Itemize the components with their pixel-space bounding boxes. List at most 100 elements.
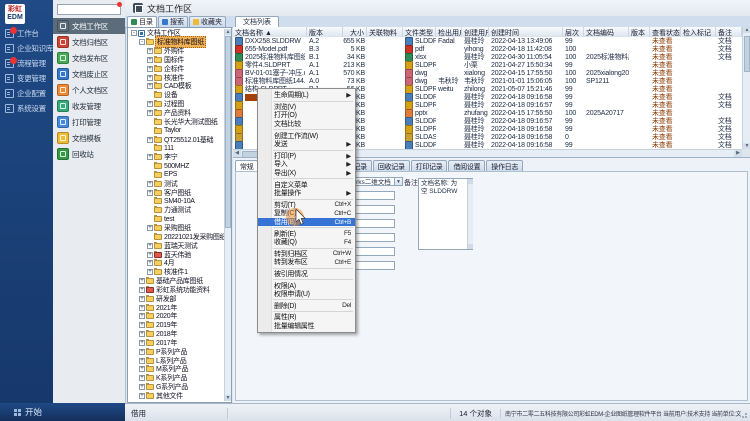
column-header-5[interactable]: 检出用户 xyxy=(436,27,462,37)
column-header-10[interactable]: 版本 xyxy=(629,27,650,37)
menu-item-7[interactable]: 发送▶ xyxy=(258,140,355,149)
rail-item-1[interactable]: 企业知识库 xyxy=(0,41,53,56)
tree-tab-2[interactable]: 收藏夹 xyxy=(189,16,226,27)
rail-item-5[interactable]: 系统设置 xyxy=(0,101,53,116)
tree-expand-toggle[interactable]: + xyxy=(147,243,153,249)
detail-tab-0[interactable]: 常规 xyxy=(235,160,258,171)
scroll-left-icon[interactable]: ◀ xyxy=(233,150,241,157)
workspace-item-2[interactable]: 文档发布区 xyxy=(53,50,125,66)
column-header-0[interactable]: 文档名称 ▲ xyxy=(233,27,307,37)
column-header-1[interactable]: 版本 xyxy=(307,27,343,37)
scroll-down-icon[interactable]: ▼ xyxy=(743,143,750,149)
tree-node[interactable]: 力通测试 xyxy=(129,206,224,215)
table-row[interactable]: 655-Model.pdfB.35 KBpdfyihong2022-04-18 … xyxy=(233,45,742,53)
workspace-item-6[interactable]: 打印管理 xyxy=(53,114,125,130)
menu-item-10[interactable]: 导入▶ xyxy=(258,160,355,169)
workspace-item-7[interactable]: 文档模板 xyxy=(53,130,125,146)
tree-expand-toggle[interactable]: + xyxy=(147,101,153,107)
detail-tab-4[interactable]: 回收记录 xyxy=(373,160,410,171)
tree-expand-toggle[interactable]: + xyxy=(139,393,145,399)
tree-expand-toggle[interactable]: + xyxy=(147,181,153,187)
tree-expand-toggle[interactable]: + xyxy=(147,57,153,63)
tree-expand-toggle[interactable]: + xyxy=(139,322,145,328)
menu-item-20[interactable]: 刷新(E)F5 xyxy=(258,229,355,238)
tree-expand-toggle[interactable]: + xyxy=(139,375,145,381)
tree-expand-toggle[interactable]: + xyxy=(139,349,145,355)
tree-expand-toggle[interactable]: + xyxy=(139,287,145,293)
workspace-item-3[interactable]: 文档废止区 xyxy=(53,66,125,82)
scroll-right-icon[interactable]: ▶ xyxy=(734,150,742,157)
column-header-11[interactable]: 查看状态 xyxy=(650,27,681,37)
table-row[interactable]: 零件4.SLDPRTA.1213 KBSLDPRT小栗2021-04-27 15… xyxy=(233,61,742,69)
menu-item-11[interactable]: 导出(X)▶ xyxy=(258,169,355,178)
menu-item-17[interactable]: 复制(C)Ctrl+C xyxy=(258,209,355,218)
scroll-up-icon[interactable]: ▲ xyxy=(225,29,231,35)
menu-item-26[interactable]: 被引用情况 xyxy=(258,270,355,279)
tree-expand-toggle[interactable]: + xyxy=(139,340,145,346)
tree-scrollbar-thumb[interactable] xyxy=(225,36,231,228)
menu-item-6[interactable]: 创建工作流(W) xyxy=(258,131,355,140)
detail-tab-5[interactable]: 打印记录 xyxy=(411,160,448,171)
detail-tab-6[interactable]: 借阅设置 xyxy=(448,160,485,171)
workspace-item-5[interactable]: 收发管理 xyxy=(53,98,125,114)
tree-expand-toggle[interactable]: + xyxy=(139,305,145,311)
tab-doc-list[interactable]: 文档列表 xyxy=(235,16,279,27)
column-header-12[interactable]: 检入标记 xyxy=(681,27,716,37)
rail-item-0[interactable]: 工作台 xyxy=(0,26,53,41)
tree-expand-toggle[interactable]: + xyxy=(147,225,153,231)
tree-node[interactable]: +蓝天伟驰 xyxy=(129,250,224,259)
menu-item-3[interactable]: 打开(O) xyxy=(258,111,355,120)
menu-item-9[interactable]: 打印(P)▶ xyxy=(258,152,355,161)
tree-expand-toggle[interactable]: + xyxy=(139,313,145,319)
scroll-down-icon[interactable]: ▼ xyxy=(225,395,231,401)
tree-expand-toggle[interactable]: + xyxy=(147,66,153,72)
list-scrollbar-thumb[interactable] xyxy=(744,36,750,72)
menu-item-29[interactable]: 权限申请(U) xyxy=(258,290,355,299)
column-header-9[interactable]: 文档编码 xyxy=(584,27,629,37)
tree-expand-toggle[interactable]: + xyxy=(147,75,153,81)
tree-node[interactable]: +客户图纸 xyxy=(129,188,224,197)
column-header-13[interactable]: 备注 xyxy=(716,27,742,37)
tree-expand-toggle[interactable]: + xyxy=(139,366,145,372)
menu-item-2[interactable]: 浏览(V) xyxy=(258,103,355,112)
tree-expand-toggle[interactable]: + xyxy=(139,384,145,390)
tree-expand-toggle[interactable]: - xyxy=(139,39,145,45)
workspace-item-8[interactable]: 回收站 xyxy=(53,146,125,162)
menu-item-13[interactable]: 自定义菜单 xyxy=(258,180,355,189)
rail-item-3[interactable]: 变更管理 xyxy=(0,71,53,86)
menu-item-34[interactable]: 批量编辑属性 xyxy=(258,322,355,331)
tree-expand-toggle[interactable]: - xyxy=(131,30,137,36)
rail-item-4[interactable]: 企业配置 xyxy=(0,86,53,101)
tree-expand-toggle[interactable]: + xyxy=(147,269,153,275)
tree-expand-toggle[interactable]: + xyxy=(139,296,145,302)
tree-node[interactable]: +李宁 xyxy=(129,153,224,162)
column-header-8[interactable]: 层次 xyxy=(563,27,584,37)
tree-node[interactable]: +其他文件 xyxy=(129,392,224,401)
workspace-search-input[interactable] xyxy=(57,4,121,15)
tree-node[interactable]: 500MHZ xyxy=(129,162,224,171)
tree-expand-toggle[interactable]: + xyxy=(147,48,153,54)
tree-node[interactable]: +QT25512.01基础 xyxy=(129,135,224,144)
tree-expand-toggle[interactable]: + xyxy=(147,83,153,89)
column-header-4[interactable]: 文件类型 xyxy=(403,27,436,37)
table-row[interactable]: DXX258.SLDDRWA.2655 KBSLDDRWFadal聂桂玲2022… xyxy=(233,37,742,45)
workspace-item-1[interactable]: 文档归档区 xyxy=(53,34,125,50)
workspace-item-4[interactable]: 个人文档区 xyxy=(53,82,125,98)
menu-item-4[interactable]: 文档比较 xyxy=(258,120,355,129)
note-textarea[interactable]: 文档名称: 为 空 SLDDRW xyxy=(418,178,473,250)
tree-tab-0[interactable]: 目录 xyxy=(127,16,157,27)
detail-tab-7[interactable]: 操作日志 xyxy=(486,160,523,171)
tree-expand-toggle[interactable]: + xyxy=(147,260,153,266)
column-header-3[interactable]: 关联物料 xyxy=(367,27,403,37)
scroll-up-icon[interactable]: ▲ xyxy=(743,27,750,33)
tree-expand-toggle[interactable]: + xyxy=(147,137,153,143)
table-row[interactable]: 2025标准物料库图纸会议讨...B.134 KBxlsx聂桂玲2022-04-… xyxy=(233,53,742,61)
list-scrollbar[interactable]: ▲ ▼ xyxy=(742,27,750,149)
tree-expand-toggle[interactable]: + xyxy=(147,252,153,258)
menu-item-16[interactable]: 剪切(T)Ctrl+X xyxy=(258,201,355,210)
column-header-6[interactable]: 创建用户 xyxy=(462,27,489,37)
workspace-item-0[interactable]: 文档工作区 xyxy=(53,18,125,34)
tree-expand-toggle[interactable]: + xyxy=(147,190,153,196)
menu-item-31[interactable]: 删除(D)Del xyxy=(258,301,355,310)
table-row[interactable]: 标准物料库图纸144.dwgA.073 KBdwg韦秋玲韦秋玲2021-01-0… xyxy=(233,77,742,85)
